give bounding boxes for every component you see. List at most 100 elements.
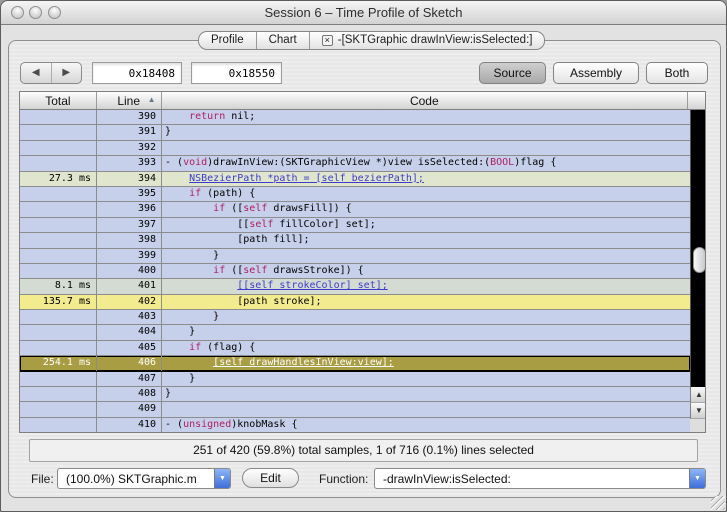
line-number-cell: 400 <box>97 263 162 279</box>
code-cell: if (path) { <box>189 187 256 199</box>
code-cell: } <box>165 126 172 138</box>
code-cell: if ([self drawsFill]) { <box>213 203 352 215</box>
address-end-field[interactable] <box>191 62 282 84</box>
code-cell: [self drawHandlesInView:view]; <box>213 357 394 369</box>
table-row[interactable]: 398 [path fill]; <box>20 233 690 249</box>
total-cell: 27.3 ms <box>20 171 97 186</box>
total-cell <box>20 417 97 432</box>
code-cell: - (void)drawInView:(SKTGraphicView *)vie… <box>165 157 557 169</box>
line-number-cell: 409 <box>97 402 162 417</box>
total-cell <box>20 156 97 171</box>
code-profile-table: Total Line ▲ Code 390 return nil; 391} 392… <box>19 91 706 433</box>
total-cell <box>20 325 97 340</box>
scrollbar: ▲ ▼ <box>690 110 705 432</box>
code-cell: if (flag) { <box>189 341 256 353</box>
table-row[interactable]: 399 } <box>20 248 690 264</box>
address-start-field[interactable] <box>92 62 182 84</box>
table-row[interactable]: 391} <box>20 125 690 141</box>
scrollbar-track[interactable] <box>690 110 705 387</box>
line-number-cell: 393 <box>97 156 162 171</box>
code-table-body: 390 return nil; 391} 392 393- (void)drawInV… <box>20 110 690 432</box>
code-cell: - (unsigned)knobMask { <box>165 418 298 430</box>
table-row[interactable]: 408} <box>20 387 690 403</box>
close-icon[interactable]: × <box>321 35 333 46</box>
table-row[interactable]: 390 return nil; <box>20 110 690 126</box>
table-row[interactable]: 396 if ([self drawsFill]) { <box>20 202 690 218</box>
table-row[interactable]: 395 if (path) { <box>20 186 690 203</box>
sort-ascending-icon: ▲ <box>147 95 156 104</box>
total-cell <box>20 387 97 402</box>
table-row[interactable]: 403 } <box>20 310 690 326</box>
code-cell: if ([self drawsStroke]) { <box>213 264 364 276</box>
file-popup[interactable]: (100.0%) SKTGraphic.m ▼ <box>57 468 231 489</box>
line-number-cell: 395 <box>97 186 162 202</box>
code-cell <box>162 141 690 155</box>
table-row[interactable]: 397 [[self fillColor] set]; <box>20 217 690 234</box>
table-row[interactable]: 400 if ([self drawsStroke]) { <box>20 263 690 280</box>
table-row[interactable]: 407 } <box>20 371 690 388</box>
code-cell: } <box>165 372 196 384</box>
resize-grip[interactable] <box>711 496 725 510</box>
tab-bar: Profile Chart × -[SKTGraphic drawInView:… <box>198 31 546 50</box>
function-popup[interactable]: -drawInView:isSelected: ▼ <box>374 468 706 489</box>
total-cell <box>20 371 97 387</box>
column-header-spacer <box>688 92 705 109</box>
edit-button[interactable]: Edit <box>242 468 299 488</box>
table-row[interactable]: 8.1 ms 401 [[self strokeColor] set]; <box>20 279 690 295</box>
column-header-line[interactable]: Line ▲ <box>97 92 162 109</box>
code-cell <box>162 402 690 416</box>
total-cell <box>20 110 97 125</box>
line-number-cell: 401 <box>97 279 162 294</box>
status-bar: 251 of 420 (59.8%) total samples, 1 of 7… <box>29 439 698 462</box>
total-cell <box>20 217 97 233</box>
back-icon[interactable]: ◀ <box>21 63 52 83</box>
total-cell <box>20 263 97 279</box>
titlebar: Session 6 – Time Profile of Sketch <box>1 1 726 25</box>
line-number-cell: 406 <box>97 356 162 371</box>
scroll-up-button[interactable]: ▲ <box>690 387 705 403</box>
table-row[interactable]: 410- (unsigned)knobMask { <box>20 417 690 432</box>
total-cell <box>20 125 97 140</box>
line-number-cell: 403 <box>97 310 162 325</box>
table-row[interactable]: 404 } <box>20 325 690 341</box>
line-number-cell: 407 <box>97 371 162 387</box>
tab-chart[interactable]: Chart <box>257 32 310 49</box>
total-cell <box>20 310 97 325</box>
tab-profile[interactable]: Profile <box>199 32 257 49</box>
total-cell <box>20 140 97 156</box>
total-cell: 8.1 ms <box>20 279 97 294</box>
code-cell: } <box>165 388 172 400</box>
code-cell: } <box>165 326 196 338</box>
table-row[interactable]: 254.1 ms 406 [self drawHandlesInView:view… <box>20 356 690 372</box>
total-cell <box>20 202 97 217</box>
line-number-cell: 398 <box>97 233 162 248</box>
table-row[interactable]: 135.7 ms 402 [path stroke]; <box>20 294 690 311</box>
history-nav-control: ◀ ▶ <box>20 62 82 84</box>
column-header-total[interactable]: Total <box>20 92 97 109</box>
table-row[interactable]: 405 if (flag) { <box>20 340 690 357</box>
forward-icon[interactable]: ▶ <box>52 63 82 83</box>
tab-function[interactable]: × -[SKTGraphic drawInView:isSelected:] <box>310 32 545 49</box>
code-cell: } <box>165 311 220 323</box>
table-row[interactable]: 27.3 ms 394 NSBezierPath *path = [self be… <box>20 171 690 187</box>
total-cell <box>20 402 97 417</box>
line-number-cell: 397 <box>97 217 162 233</box>
total-cell <box>20 340 97 356</box>
scroll-down-button[interactable]: ▼ <box>690 403 705 419</box>
code-cell: return nil; <box>189 111 256 122</box>
popup-arrow-icon: ▼ <box>214 469 230 488</box>
table-row[interactable]: 393- (void)drawInView:(SKTGraphicView *)… <box>20 156 690 172</box>
column-header-code[interactable]: Code <box>162 92 689 109</box>
source-view-button[interactable]: Source <box>479 62 546 84</box>
line-number-cell: 402 <box>97 294 162 310</box>
scrollbar-thumb[interactable] <box>693 247 705 273</box>
line-number-cell: 408 <box>97 387 162 402</box>
table-header: Total Line ▲ Code <box>20 92 705 110</box>
total-cell <box>20 186 97 202</box>
both-view-button[interactable]: Both <box>646 62 708 84</box>
assembly-view-button[interactable]: Assembly <box>553 62 639 84</box>
table-row[interactable]: 392 <box>20 140 690 157</box>
table-row[interactable]: 409 <box>20 402 690 418</box>
line-number-cell: 396 <box>97 202 162 217</box>
line-header-label: Line <box>117 93 141 108</box>
